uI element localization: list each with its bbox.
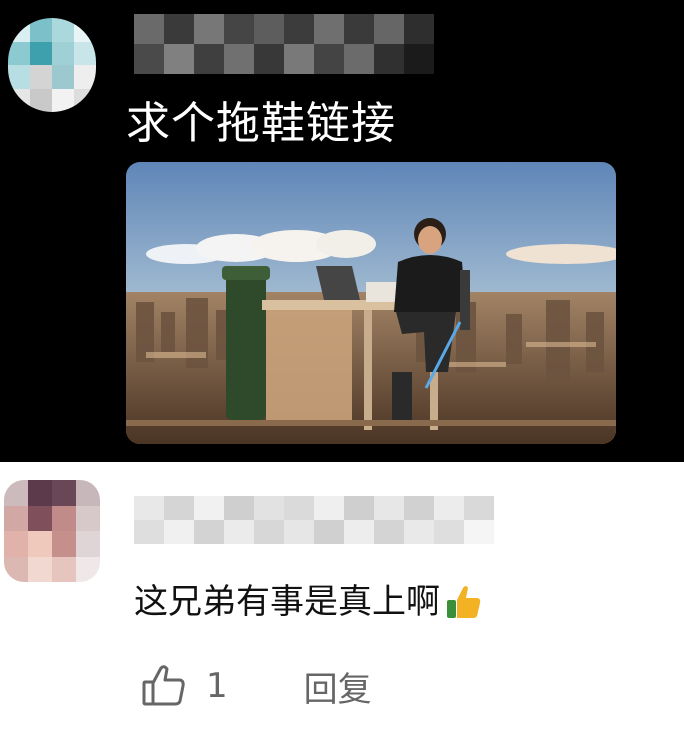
reply-comment: 这兄弟有事是真上啊 (134, 578, 484, 626)
comment-actions: 1 回复 (140, 656, 372, 716)
like-thumb-icon[interactable] (140, 662, 188, 710)
thumbs-up-emoji-icon (444, 582, 484, 622)
like-count: 1 (206, 666, 228, 706)
commenter-avatar[interactable] (8, 18, 96, 112)
replier-avatar[interactable] (4, 480, 100, 582)
comment-photo[interactable] (126, 162, 616, 444)
comment-text: 求个拖鞋链接 (126, 98, 396, 149)
reply-button[interactable]: 回复 (304, 662, 372, 711)
image-comment-card: 求个拖鞋链接 (0, 0, 684, 462)
replier-username-blurred[interactable] (134, 496, 494, 544)
commenter-username-blurred[interactable] (134, 14, 434, 74)
reply-comment-text: 这兄弟有事是真上啊 (134, 582, 440, 622)
